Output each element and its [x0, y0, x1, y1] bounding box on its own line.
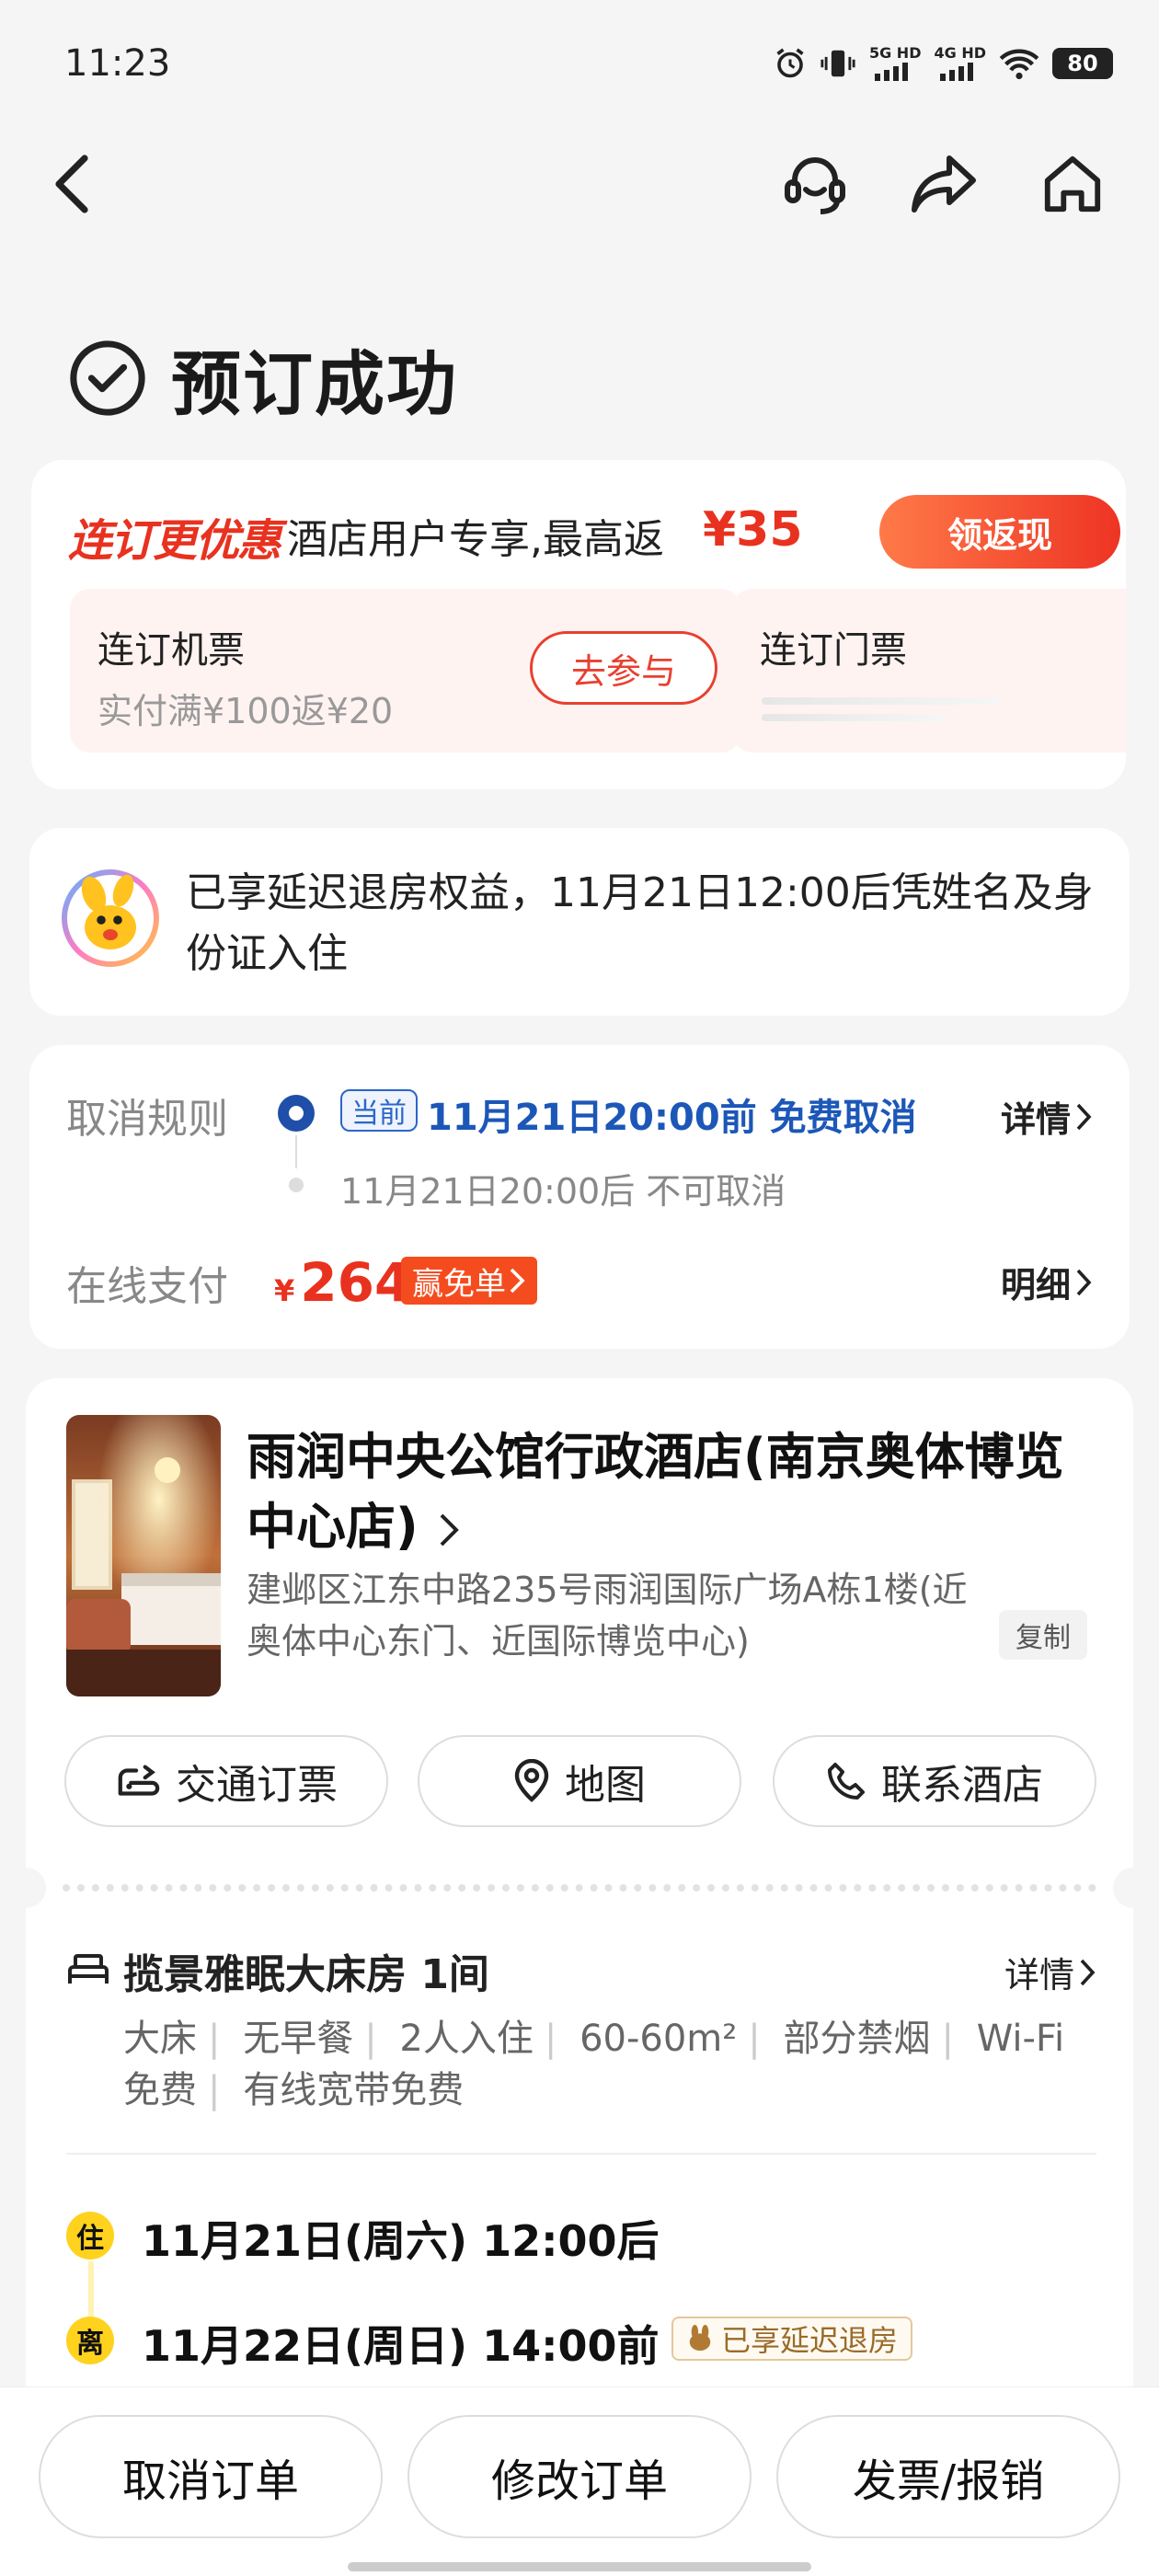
signal-5g-icon: 5G HD [868, 44, 922, 81]
no-cancel-text: 11月21日20:00后 不可取消 [340, 1171, 786, 1212]
map-label: 地图 [565, 1762, 646, 1809]
room-detail-link[interactable]: 详情 [1004, 1947, 1096, 1997]
divider [66, 2153, 1096, 2155]
page-title: 预订成功 [171, 343, 458, 425]
title-row: 预订成功 [68, 328, 458, 429]
price-amount: 264 [300, 1251, 412, 1314]
join-button[interactable]: 去参与 [530, 631, 717, 705]
late-checkout-tag: 已享延迟退房 [671, 2317, 913, 2361]
ticket-notch-left [6, 1868, 46, 1908]
invoice-button[interactable]: 发票/报销 [776, 2415, 1120, 2538]
loading-placeholder [762, 714, 946, 721]
timeline-current-dot [278, 1095, 315, 1132]
status-time: 11:23 [64, 42, 171, 85]
bed-icon [66, 1950, 110, 1991]
bottom-action-bar: 取消订单 修改订单 发票/报销 [0, 2386, 1159, 2576]
hotel-name[interactable]: 雨润中央公馆行政酒店(南京奥体博览中心店) [247, 1422, 1093, 1562]
promo-brand: 连订更优惠 [68, 515, 281, 567]
transport-icon [118, 1765, 160, 1796]
map-button[interactable]: 地图 [418, 1735, 741, 1827]
transport-label: 交通订票 [176, 1762, 338, 1809]
mascot-icon [61, 868, 160, 972]
wifi-icon [999, 49, 1039, 80]
home-icon[interactable] [1036, 147, 1109, 221]
promo-card: 连订更优惠 酒店用户专享,最高返 ¥35 领返现 连订机票 实付满¥100返¥2… [31, 460, 1126, 789]
online-pay-label: 在线支付 [66, 1263, 228, 1310]
mascot-mini-icon [689, 2325, 711, 2352]
signal-4g-icon: 4G HD [934, 46, 986, 81]
status-icons: 5G HD 4G HD 80 [774, 46, 1113, 81]
copy-address-button[interactable]: 复制 [999, 1610, 1087, 1660]
promo-item-title: 连订门票 [760, 629, 907, 672]
room-detail-label: 详情 [1004, 1955, 1074, 1995]
free-cancel-text: 11月21日20:00前 免费取消 [427, 1097, 917, 1139]
date-connector [88, 2261, 94, 2317]
modify-order-button[interactable]: 修改订单 [407, 2415, 752, 2538]
loading-placeholder [762, 697, 1001, 705]
late-checkout-card: 已享延迟退房权益，11月21日12:00后凭姓名及身份证入住 [29, 828, 1130, 1016]
check-circle-icon [70, 340, 145, 416]
cancel-detail-link[interactable]: 详情 [1001, 1091, 1093, 1142]
amenity: 60-60m² [580, 2018, 738, 2060]
cancel-order-button[interactable]: 取消订单 [39, 2415, 383, 2538]
back-arrow-icon[interactable] [37, 147, 110, 221]
chevron-right-icon [1076, 1269, 1092, 1295]
promo-text: 酒店用户专享,最高返 [287, 516, 664, 563]
contact-label: 联系酒店 [881, 1762, 1043, 1809]
ticket-notch-right [1113, 1868, 1153, 1908]
win-badge-label: 赢免单 [412, 1265, 506, 1303]
chevron-right-icon [1080, 1959, 1096, 1985]
amenity: 大床 [123, 2018, 197, 2060]
hotel-name-text: 雨润中央公馆行政酒店(南京奥体博览中心店) [247, 1428, 1064, 1556]
promo-amount: ¥35 [703, 502, 803, 558]
chevron-right-icon [1076, 1103, 1092, 1130]
room-title: 揽景雅眠大床房 1间 [123, 1951, 489, 1998]
chevron-right-icon [510, 1268, 525, 1294]
timeline-line [295, 1135, 297, 1168]
share-icon[interactable] [907, 147, 981, 221]
late-tag-label: 已享延迟退房 [721, 2323, 899, 2358]
checkout-date: 11月22日(周日) 14:00前 [142, 2321, 660, 2371]
promo-item-ticket[interactable]: 连订门票 [732, 589, 1126, 753]
detail-label: 详情 [1000, 1099, 1071, 1140]
map-pin-icon [514, 1759, 549, 1802]
room-amenities: 大床 | 无早餐 | 2人入住 | 60-60m² | 部分禁烟 | Wi-Fi免费 | 有… [123, 2018, 1065, 2111]
cancel-policy-card: 取消规则 当前 11月21日20:00前 免费取消 11月21日20:00后 不… [29, 1045, 1130, 1349]
current-badge: 当前 [340, 1089, 418, 1132]
checkin-date: 11月21日(周六) 12:00后 [142, 2216, 660, 2266]
hotel-photo[interactable] [66, 1415, 221, 1696]
promo-item-title: 连订机票 [98, 629, 245, 672]
cancel-rule-label: 取消规则 [66, 1096, 228, 1143]
phone-icon [828, 1763, 865, 1800]
hotel-address: 建邺区江东中路235号雨润国际广场A栋1楼(近奥体中心东门、近国际博览中心) [247, 1570, 968, 1662]
home-indicator[interactable] [348, 2562, 811, 2571]
breakdown-label: 明细 [1000, 1265, 1071, 1305]
contact-hotel-button[interactable]: 联系酒店 [773, 1735, 1096, 1827]
transport-booking-button[interactable]: 交通订票 [64, 1735, 388, 1827]
amenity: 无早餐 [243, 2018, 354, 2060]
price-currency: ¥ [274, 1273, 295, 1308]
alarm-icon [776, 48, 804, 78]
vibrate-icon [820, 50, 855, 77]
timeline-future-dot [289, 1178, 304, 1192]
win-free-order-badge[interactable]: 赢免单 [401, 1257, 537, 1305]
promo-item-desc: 实付满¥100返¥20 [98, 691, 394, 731]
late-checkout-text: 已享延迟退房权益，11月21日12:00后凭姓名及身份证入住 [186, 869, 1094, 977]
net1-label: 5G HD [868, 44, 922, 62]
net2-label: 4G HD [934, 44, 986, 62]
battery-indicator: 80 [1052, 48, 1113, 79]
price-breakdown-link[interactable]: 明细 [1001, 1257, 1093, 1307]
get-cashback-button[interactable]: 领返现 [879, 495, 1120, 569]
promo-item-flight[interactable]: 连订机票 实付满¥100返¥20 去参与 [70, 589, 741, 753]
amenity: 部分禁烟 [783, 2018, 931, 2060]
chevron-right-icon [440, 1513, 459, 1547]
amenity: 2人入住 [399, 2018, 534, 2060]
checkin-badge: 住 [66, 2212, 114, 2260]
amenity: 有线宽带免费 [243, 2069, 465, 2111]
checkout-badge: 离 [66, 2317, 114, 2364]
price: ¥ 264 [274, 1251, 411, 1314]
customer-service-icon[interactable] [778, 147, 852, 221]
ticket-divider [63, 1884, 1096, 1892]
